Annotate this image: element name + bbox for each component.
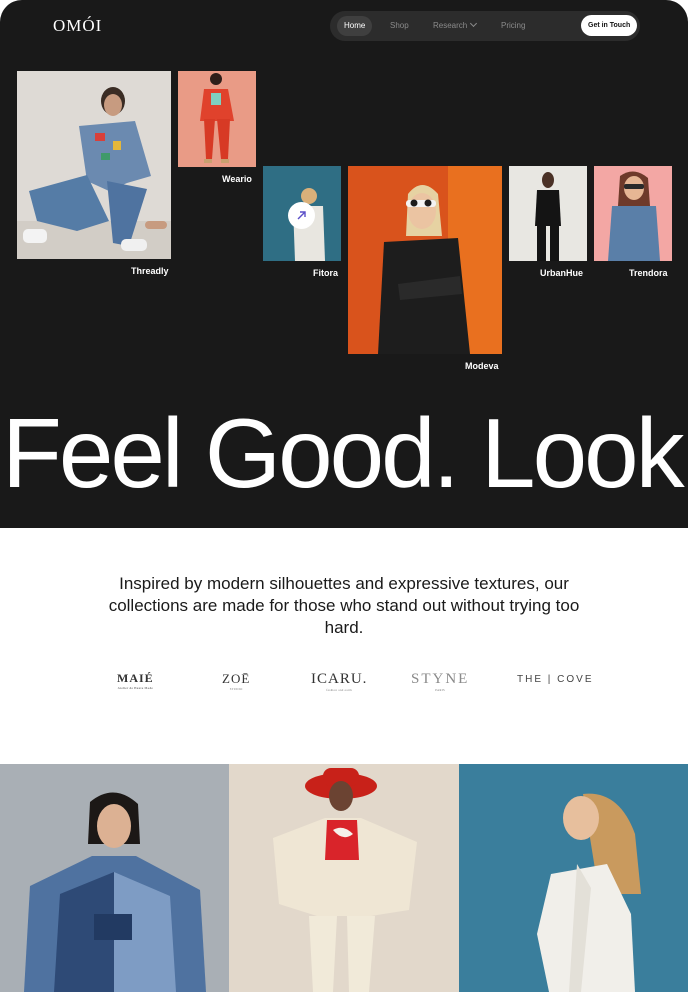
arrow-up-right-icon: [297, 211, 306, 220]
intro-paragraph: Inspired by modern silhouettes and expre…: [108, 574, 580, 637]
photo-label-threadly[interactable]: Threadly: [131, 266, 169, 276]
weario-image: [178, 71, 256, 167]
brand-name-icaru: ICARU.: [311, 671, 368, 687]
get-in-touch-button[interactable]: Get in Touch: [581, 15, 638, 36]
product-photo-weario[interactable]: [178, 71, 256, 167]
photo-label-modeva[interactable]: Modeva: [465, 361, 499, 371]
brand-logo-styne[interactable]: STYNE PARIS: [411, 671, 469, 692]
brand-tagline-icaru: fashion and earth: [326, 688, 353, 692]
nav-item-pricing[interactable]: Pricing: [501, 16, 525, 36]
nav-item-research[interactable]: Research: [433, 16, 478, 36]
photo-label-fitora[interactable]: Fitora: [313, 268, 338, 278]
brand-logo-the-cove[interactable]: THE | COVE: [517, 674, 594, 685]
brand-name-the-cove: THE | COVE: [517, 674, 594, 685]
knit-look-image: [229, 764, 459, 992]
nav-item-shop[interactable]: Shop: [390, 16, 409, 36]
threadly-image: [17, 71, 171, 259]
brand-logo[interactable]: OMÓI: [53, 16, 102, 36]
hero-headline: Feel Good. Look: [2, 398, 685, 508]
feature-photo-denim[interactable]: [0, 764, 229, 992]
product-photo-modeva[interactable]: [348, 166, 502, 354]
brand-name-styne: STYNE: [411, 671, 470, 687]
photo-label-trendora[interactable]: Trendora: [629, 268, 668, 278]
nav-item-home[interactable]: Home: [337, 16, 373, 36]
brand-logo-icaru[interactable]: ICARU. fashion and earth: [311, 671, 367, 692]
top-nav: Home Shop Research Pricing Get in Touch: [330, 11, 640, 41]
photo-label-urbanhue[interactable]: UrbanHue: [540, 268, 583, 278]
urbanhue-image: [509, 166, 587, 261]
nav-item-research-label: Research: [433, 21, 468, 30]
feature-photo-white-shirt[interactable]: [459, 764, 688, 992]
brand-logo-maie[interactable]: MAIÉ Atelier de Haute Mode: [117, 671, 154, 690]
product-photo-threadly[interactable]: [17, 71, 171, 259]
open-product-button[interactable]: [288, 202, 315, 229]
product-photo-urbanhue[interactable]: [509, 166, 587, 261]
brand-tagline-maie: Atelier de Haute Mode: [117, 686, 154, 690]
product-photo-trendora[interactable]: [594, 166, 672, 261]
brand-name-maie: MAIÉ: [117, 671, 154, 685]
chevron-down-icon: [470, 19, 478, 28]
white-shirt-look-image: [459, 764, 688, 992]
brand-tagline-zoe: STUDIO: [229, 687, 243, 691]
brand-tagline-styne: PARIS: [435, 688, 446, 692]
denim-look-image: [0, 764, 229, 992]
hero-section: OMÓI Home Shop Research Pricing Get in T…: [0, 0, 688, 528]
feature-photo-knit[interactable]: [229, 764, 459, 992]
photo-label-weario[interactable]: Weario: [222, 174, 252, 184]
trendora-image: [594, 166, 672, 261]
brand-logo-zoe[interactable]: ZOĒ STUDIO: [222, 671, 250, 691]
brand-name-zoe: ZOĒ: [222, 671, 251, 686]
modeva-image: [348, 166, 502, 354]
